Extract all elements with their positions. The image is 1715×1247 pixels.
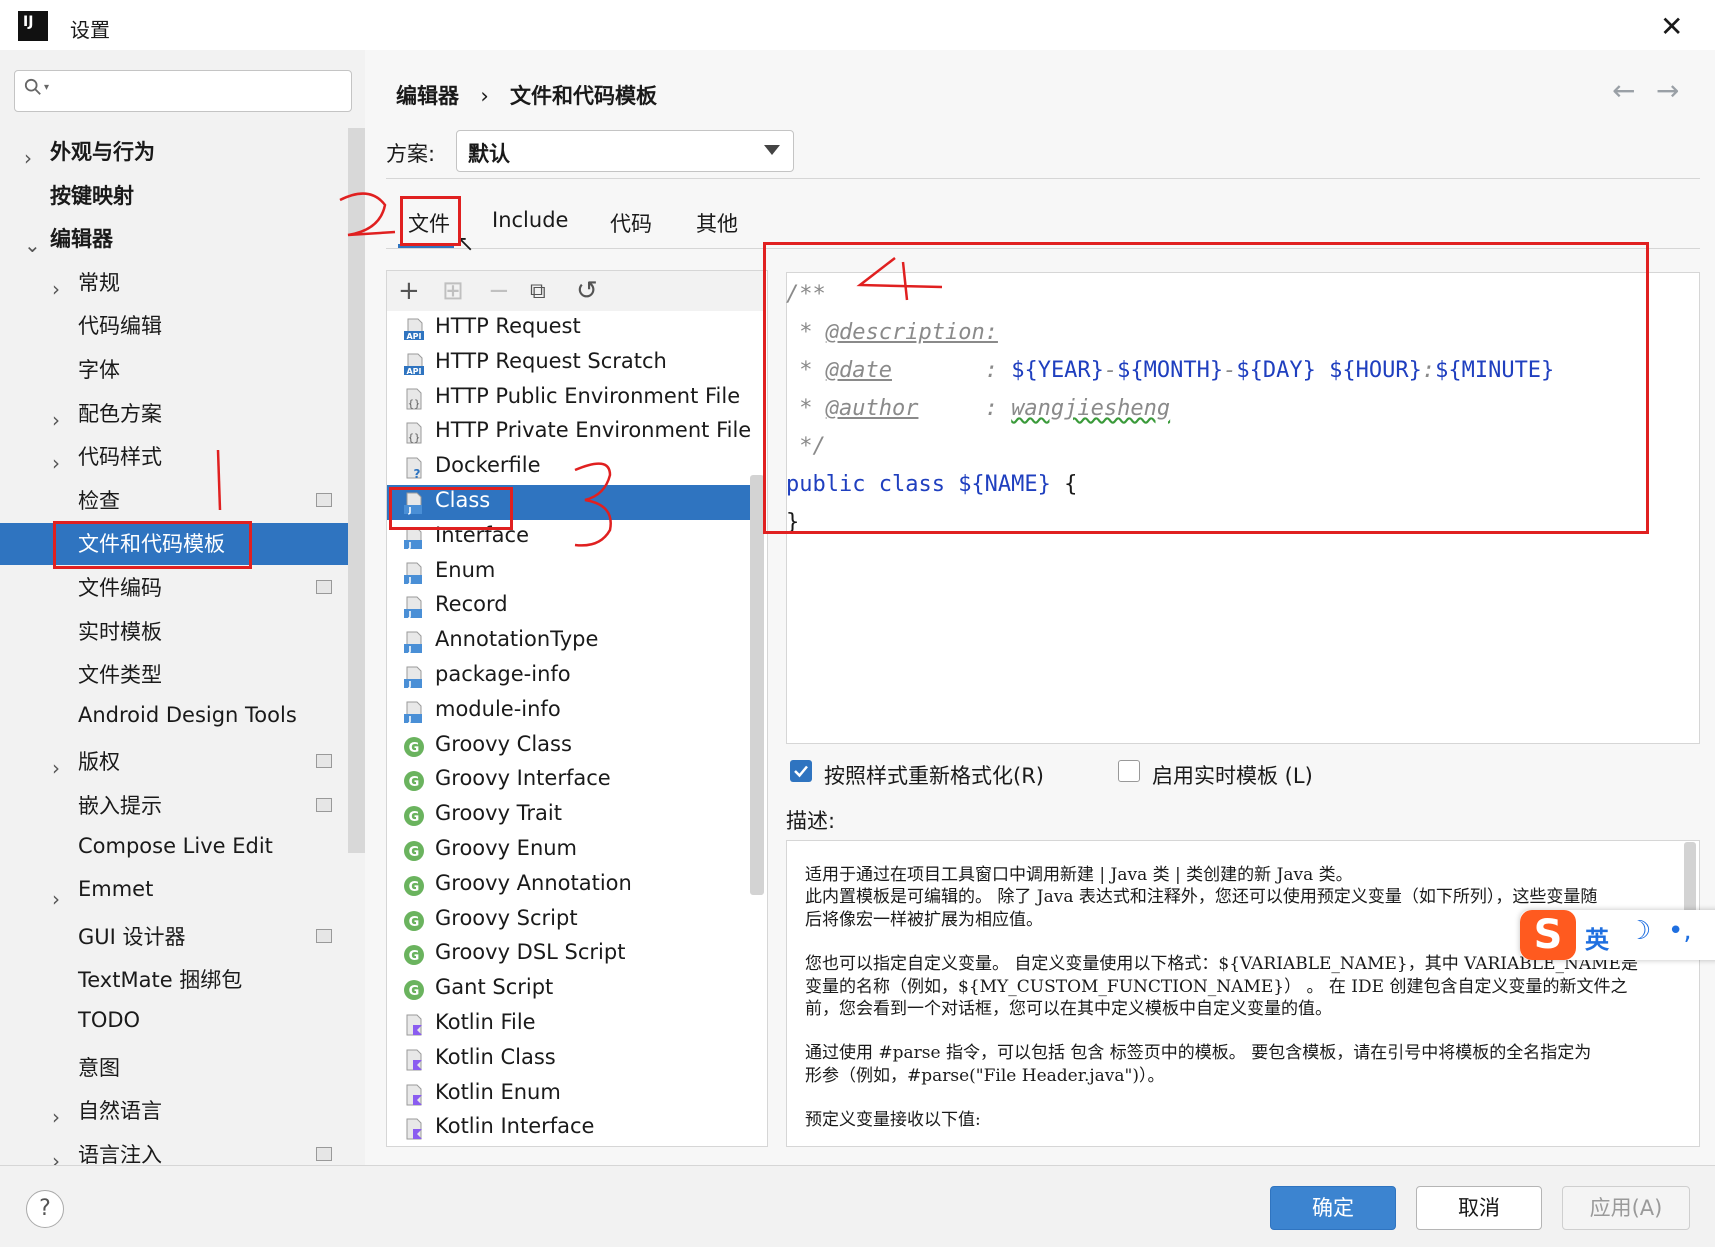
annotation-number-1 [216,449,222,511]
annotation-handwriting [216,192,943,547]
annotation-number-2 [339,192,396,237]
annotation-number-3 [574,462,612,547]
annotation-number-4 [856,257,943,301]
